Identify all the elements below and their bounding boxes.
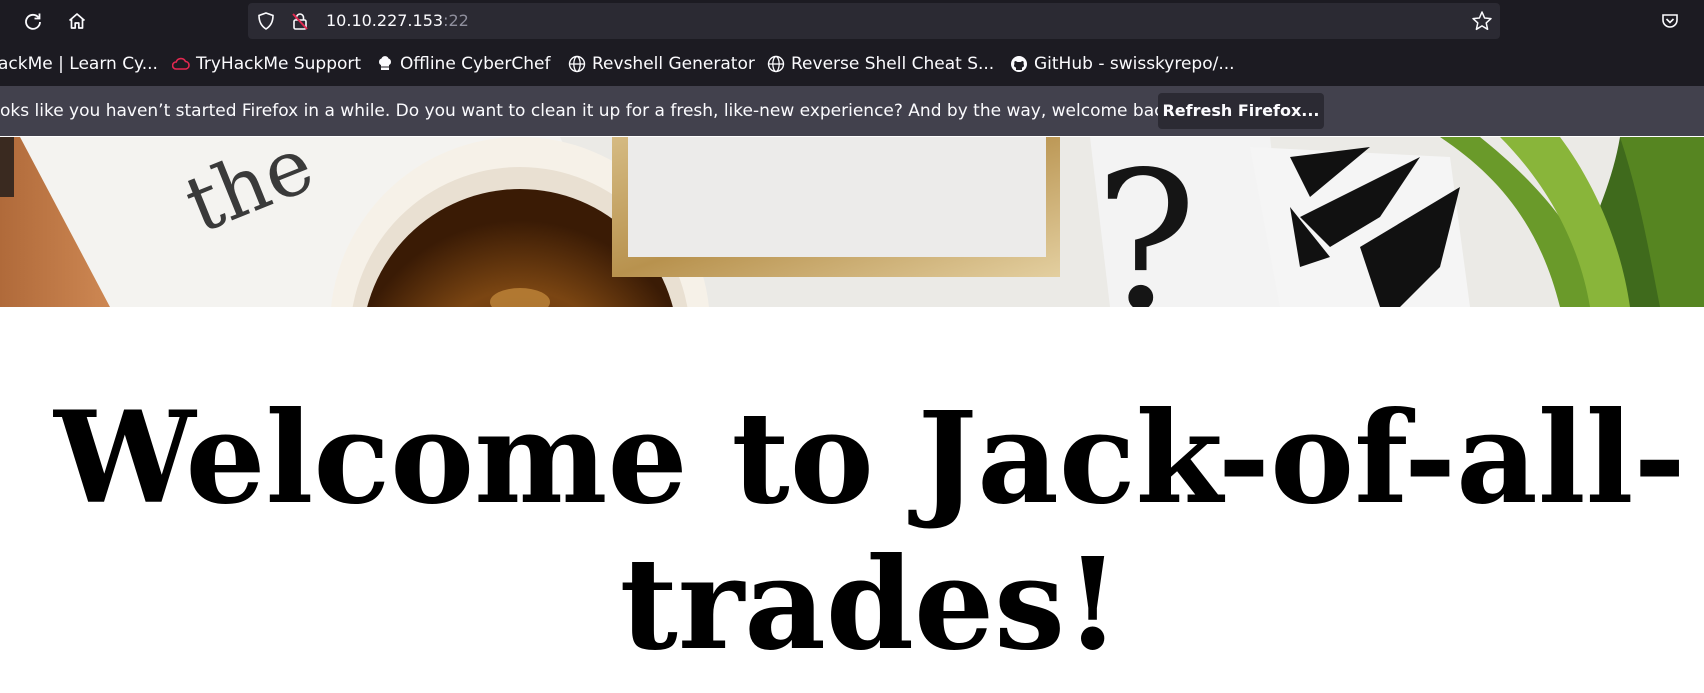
bookmark-label: GitHub - swisskyrepo/...: [1034, 54, 1235, 74]
bookmark-github-swisskyrepo[interactable]: GitHub - swisskyrepo/...: [1010, 42, 1235, 86]
globe-icon: [767, 55, 785, 73]
shield-icon[interactable]: [256, 11, 276, 35]
github-icon: [1011, 56, 1027, 72]
bookmark-label: ackMe | Learn Cy...: [0, 54, 158, 74]
bookmark-offline-cyberchef[interactable]: Offline CyberChef: [376, 42, 550, 86]
bookmark-tryhackme-learn[interactable]: ackMe | Learn Cy...: [0, 42, 158, 86]
refresh-firefox-button[interactable]: Refresh Firefox...: [1158, 93, 1324, 129]
globe-icon: [568, 55, 586, 73]
url-host: 10.10.227.153: [326, 11, 444, 30]
insecure-lock-icon[interactable]: [290, 11, 310, 35]
bookmark-tryhackme-support[interactable]: TryHackMe Support: [172, 42, 361, 86]
bookmark-revshell-generator[interactable]: Revshell Generator: [568, 42, 755, 86]
bookmark-label: Offline CyberChef: [400, 54, 551, 74]
bookmark-label: Reverse Shell Cheat S...: [791, 54, 995, 74]
notification-bar: oks like you haven’t started Firefox in …: [0, 86, 1704, 136]
reload-icon[interactable]: [20, 8, 46, 34]
bookmark-label: TryHackMe Support: [196, 54, 362, 74]
notification-message: oks like you haven’t started Firefox in …: [0, 101, 1181, 121]
browser-toolbar: 10.10.227.153:22: [0, 0, 1704, 42]
home-icon[interactable]: [64, 8, 90, 34]
chef-hat-icon: [379, 56, 391, 70]
url-port: :22: [443, 11, 469, 30]
url-text[interactable]: 10.10.227.153:22: [326, 3, 469, 39]
bookmark-star-icon[interactable]: [1470, 9, 1494, 37]
bookmark-label: Revshell Generator: [592, 54, 755, 74]
bookmark-reverse-shell-cheat[interactable]: Reverse Shell Cheat S...: [767, 42, 994, 86]
svg-text:?: ?: [1095, 137, 1197, 307]
page-heading: Welcome to Jack-of-all-trades!: [54, 384, 1686, 678]
bookmarks-toolbar: ackMe | Learn Cy... TryHackMe Support Of…: [0, 42, 1704, 86]
cloud-icon: [172, 57, 190, 70]
url-bar[interactable]: 10.10.227.153:22: [248, 3, 1500, 39]
hero-image: the ?: [0, 137, 1704, 307]
pocket-icon[interactable]: [1657, 8, 1683, 34]
